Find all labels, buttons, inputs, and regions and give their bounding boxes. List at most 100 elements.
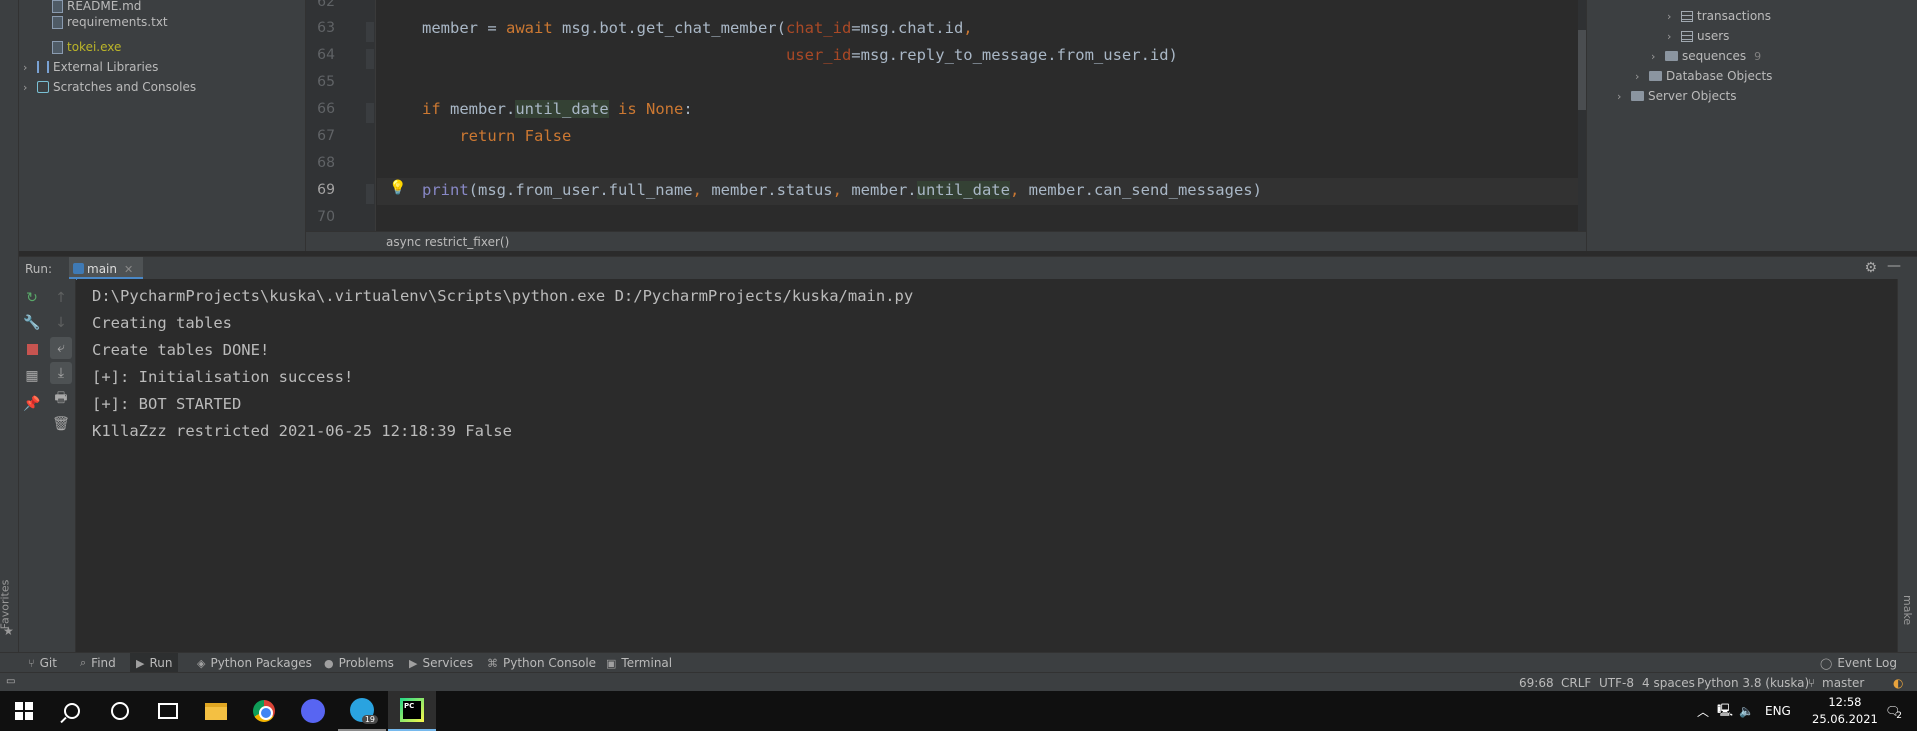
line-number: 63 (317, 20, 335, 36)
tree-item-scratches[interactable]: › Scratches and Consoles (23, 78, 196, 96)
event-log-icon: ◯ (1820, 656, 1833, 670)
tool-tab-python-console[interactable]: ⌘ Python Console (481, 653, 602, 673)
breadcrumb-label[interactable]: async restrict_fixer() (386, 235, 509, 249)
fold-marker[interactable] (366, 22, 374, 42)
git-branch[interactable]: master (1822, 676, 1864, 690)
make-tab[interactable]: make (1901, 595, 1914, 625)
clock-date: 25.06.2021 (1812, 712, 1878, 726)
wrench-icon[interactable]: 🔧 (21, 312, 43, 334)
chrome-icon (253, 700, 275, 722)
db-item-transactions[interactable]: › transactions (1667, 7, 1771, 25)
lightbulb-icon[interactable]: 💡 (389, 180, 406, 196)
db-item-label: Server Objects (1648, 89, 1737, 103)
chevron-right-icon[interactable]: › (1617, 90, 1627, 103)
taskbar-explorer[interactable] (192, 691, 240, 731)
gear-icon[interactable]: ⚙ (1864, 260, 1877, 276)
layout-icon[interactable]: ▦ (21, 365, 43, 387)
chevron-right-icon[interactable]: › (23, 81, 33, 94)
scrollbar-thumb[interactable] (1578, 30, 1586, 110)
code-editor[interactable]: 62 63 64 65 66 67 68 69 70 💡 member = aw… (306, 0, 1586, 251)
input-language[interactable]: ENG (1765, 691, 1791, 731)
file-encoding[interactable]: UTF-8 (1599, 676, 1634, 690)
taskbar-pycharm[interactable]: PC (388, 691, 436, 731)
editor-breadcrumb[interactable]: async restrict_fixer() (306, 231, 1586, 251)
taskbar-telegram[interactable]: 19 (338, 691, 386, 731)
tool-tab-run[interactable]: ▶ Run (130, 653, 179, 673)
indent-setting[interactable]: 4 spaces (1642, 676, 1695, 690)
taskbar-search-button[interactable] (48, 691, 96, 731)
tool-tab-services[interactable]: ▶ Services (403, 653, 479, 673)
soft-wrap-icon[interactable]: ⤶ (50, 337, 72, 359)
line-number: 64 (317, 47, 335, 63)
console-line: K1llaZzz restricted 2021-06-25 12:18:39 … (92, 422, 512, 440)
stop-button[interactable] (21, 338, 43, 360)
chevron-right-icon[interactable]: › (1667, 30, 1677, 43)
line-number: 70 (317, 209, 335, 225)
tool-tab-python-packages[interactable]: ◈ Python Packages (191, 653, 318, 673)
chevron-right-icon[interactable]: › (1651, 50, 1661, 63)
scratch-icon (37, 81, 49, 93)
scroll-down-icon[interactable]: ↓ (50, 312, 72, 334)
tree-item-label: tokei.exe (67, 40, 122, 54)
tool-tab-label: Services (422, 656, 474, 670)
chevron-right-icon[interactable]: › (1667, 10, 1677, 23)
db-item-server-objects[interactable]: › Server Objects (1617, 87, 1737, 105)
tool-tab-label: Git (39, 656, 57, 670)
chevron-right-icon[interactable]: › (23, 61, 33, 74)
notification-center[interactable]: 🗨 2 (1885, 691, 1902, 731)
event-log-button[interactable]: ◯ Event Log (1814, 653, 1903, 673)
cortana-button[interactable] (96, 691, 144, 731)
fold-marker[interactable] (366, 49, 374, 69)
tool-tab-git[interactable]: ⑂ Git (22, 653, 63, 673)
task-view-button[interactable] (144, 691, 192, 731)
scroll-up-icon[interactable]: ↑ (50, 287, 72, 309)
tool-tab-label: Python Console (503, 656, 597, 670)
clock-time: 12:58 (1828, 695, 1862, 709)
fold-marker[interactable] (366, 103, 374, 123)
tool-tab-find[interactable]: ⌕ Find (74, 653, 122, 673)
database-tree: › transactions › users › sequences 9 › D… (1586, 0, 1917, 251)
run-tool-window-header: Run: main ✕ ⚙ — (19, 256, 1917, 280)
python-interpreter[interactable]: Python 3.8 (kuska) (1697, 676, 1809, 690)
markdown-file-icon (52, 0, 63, 13)
tree-item-requirements[interactable]: requirements.txt (52, 13, 168, 31)
tool-tab-problems[interactable]: ● Problems (318, 653, 400, 673)
trash-icon[interactable]: 🗑 (50, 413, 72, 435)
telegram-icon: 19 (350, 698, 378, 724)
left-tool-strip: Favorites ★ (0, 0, 19, 652)
line-separator[interactable]: CRLF (1561, 676, 1591, 690)
clock[interactable]: 12:58 25.06.2021 (1812, 691, 1878, 731)
scroll-to-end-icon[interactable]: ⤓ (50, 362, 72, 384)
print-icon[interactable]: 🖶 (50, 388, 72, 410)
close-icon[interactable]: ✕ (124, 263, 133, 276)
executable-file-icon (52, 40, 63, 54)
db-item-users[interactable]: › users (1667, 27, 1729, 45)
tree-item-label: requirements.txt (67, 15, 168, 29)
run-console[interactable]: D:\PycharmProjects\kuska\.virtualenv\Scr… (77, 279, 1897, 652)
git-branch-icon: ⑂ (28, 656, 35, 670)
tree-item-external-libraries[interactable]: › External Libraries (23, 58, 158, 76)
db-item-database-objects[interactable]: › Database Objects (1635, 67, 1772, 85)
editor-scrollbar[interactable] (1578, 0, 1586, 231)
inspection-icon[interactable]: ◐ (1893, 676, 1903, 690)
status-bar: ▭ 69:68 CRLF UTF-8 4 spaces Python 3.8 (… (0, 672, 1917, 691)
volume-icon[interactable]: 🔈 (1739, 691, 1754, 731)
taskbar-chrome[interactable] (240, 691, 288, 731)
fold-marker[interactable] (366, 184, 374, 204)
line-number: 62 (317, 0, 335, 10)
caret-position[interactable]: 69:68 (1519, 676, 1554, 690)
minimize-icon[interactable]: — (1887, 258, 1901, 274)
tree-item-tokei[interactable]: tokei.exe (52, 38, 121, 56)
network-icon[interactable]: 🖳 (1717, 691, 1733, 731)
rerun-icon[interactable]: ↻ (21, 287, 43, 309)
db-item-count: 9 (1754, 49, 1762, 63)
taskbar-discord[interactable] (289, 691, 337, 731)
db-item-sequences[interactable]: › sequences 9 (1651, 47, 1761, 65)
pin-icon[interactable]: 📌 (21, 393, 43, 415)
layout-toggle-icon[interactable]: ▭ (6, 676, 15, 687)
tool-tab-terminal[interactable]: ▣ Terminal (600, 653, 678, 673)
run-tab-main[interactable]: main ✕ (69, 257, 144, 280)
chevron-up-icon[interactable]: ︿ (1697, 691, 1709, 731)
start-button[interactable] (0, 691, 48, 731)
chevron-right-icon[interactable]: › (1635, 70, 1645, 83)
